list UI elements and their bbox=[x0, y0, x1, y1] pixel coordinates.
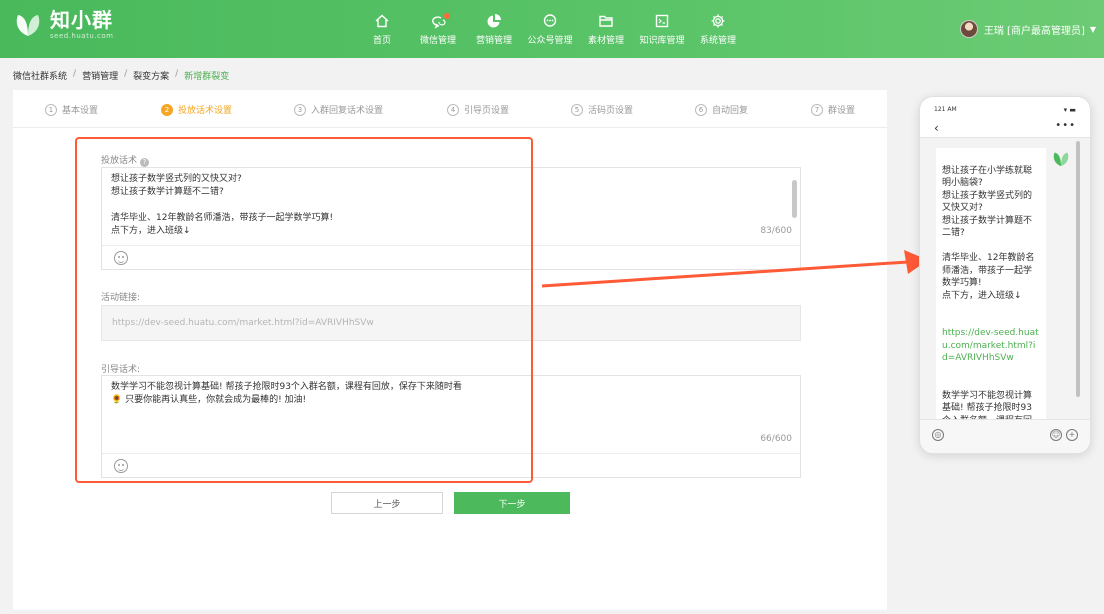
chevron-down-icon: ▼ bbox=[1089, 24, 1096, 34]
avatar bbox=[959, 20, 978, 38]
step-number: 1 bbox=[45, 103, 57, 116]
script-label: 投放话术? bbox=[101, 153, 150, 167]
step-basic[interactable]: 1 基本设置 bbox=[45, 103, 98, 116]
back-icon[interactable]: ‹ bbox=[934, 121, 939, 135]
guide-textarea[interactable]: 数学学习不能忽视计算基础! 帮孩子抢限时93个入群名额，课程有回放，保存下来随时… bbox=[101, 375, 801, 478]
annotation-arrow-icon bbox=[541, 250, 928, 288]
activity-link-input[interactable]: https://dev-seed.huatu.com/market.html?i… bbox=[101, 305, 801, 341]
voice-icon[interactable]: ◎ bbox=[932, 429, 944, 441]
signal-battery-icon: ▾ ▬ bbox=[1063, 106, 1076, 114]
nav-system[interactable]: 系统管理 bbox=[690, 0, 746, 58]
step-group-settings[interactable]: 7 群设置 bbox=[811, 103, 855, 116]
step-auto-reply[interactable]: 6 自动回复 bbox=[695, 103, 748, 116]
step-number: 6 bbox=[695, 103, 707, 116]
breadcrumb-item[interactable]: 微信社群系统 bbox=[13, 69, 67, 82]
phone-time: 121 AM bbox=[934, 106, 957, 113]
message-text: 想让孩子在小学练就聪明小脑袋? 想让孩子数学竖式列的又快又对? 想让孩子数学计算… bbox=[942, 165, 1035, 301]
breadcrumb-item[interactable]: 营销管理 bbox=[82, 69, 118, 82]
guide-text[interactable]: 数学学习不能忽视计算基础! 帮孩子抢限时93个入群名额，课程有回放，保存下来随时… bbox=[102, 376, 800, 412]
folder-icon bbox=[598, 13, 614, 29]
nav-label: 首页 bbox=[372, 35, 391, 46]
step-label: 基本设置 bbox=[62, 106, 99, 116]
step-number: 2 bbox=[161, 103, 173, 116]
app-domain: seed.huatu.com bbox=[50, 32, 114, 40]
nav-marketing[interactable]: 营销管理 bbox=[466, 0, 522, 58]
step-live-code[interactable]: 5 活码页设置 bbox=[571, 103, 633, 116]
sender-avatar-icon bbox=[1052, 150, 1070, 168]
emoji-icon[interactable]: ☺ bbox=[1050, 429, 1062, 441]
message-text: 数学学习不能忽视计算基础! 帮孩子抢限时93个入群名额，课程有回放，保存下来随时… bbox=[942, 390, 1033, 423]
breadcrumb-separator: / bbox=[124, 69, 128, 79]
script-text[interactable]: 想让孩子数学竖式列的又快又对? 想让孩子数学计算题不二错? 清华毕业、12年教龄… bbox=[102, 168, 800, 243]
chat-area: 想让孩子在小学练就聪明小脑袋? 想让孩子数学竖式列的又快又对? 想让孩子数学计算… bbox=[920, 137, 1090, 422]
nav-label: 知识库管理 bbox=[639, 35, 685, 46]
step-number: 7 bbox=[811, 103, 823, 116]
user-name: 王瑞 [商户最高管理员] bbox=[983, 25, 1085, 37]
chat-scrollbar[interactable] bbox=[1076, 141, 1080, 397]
breadcrumb-current: 新增群裂变 bbox=[184, 72, 230, 82]
step-bar: 1 基本设置 2 投放话术设置 3 入群回复话术设置 4 引导页设置 5 活码页… bbox=[13, 90, 887, 128]
nav-label: 微信管理 bbox=[419, 35, 456, 46]
chat-bubble-icon bbox=[542, 13, 558, 29]
step-delivery-script[interactable]: 2 投放话术设置 bbox=[161, 103, 232, 116]
emoji-icon[interactable] bbox=[114, 251, 128, 265]
step-label: 群设置 bbox=[828, 106, 856, 116]
message-link[interactable]: https://dev-seed.huatu.com/market.html?i… bbox=[942, 328, 1039, 363]
notification-dot bbox=[444, 13, 450, 19]
step-number: 5 bbox=[571, 103, 583, 116]
nav-label: 营销管理 bbox=[475, 35, 512, 46]
nav-home[interactable]: 首页 bbox=[354, 0, 410, 58]
main-nav: 首页 微信管理 营销管理 公众号管理 素材管理 知识库管理 系统管理 bbox=[354, 0, 746, 58]
step-guide-page[interactable]: 4 引导页设置 bbox=[447, 103, 509, 116]
breadcrumb-separator: / bbox=[175, 69, 179, 79]
breadcrumb-item[interactable]: 裂变方案 bbox=[133, 69, 169, 82]
user-menu[interactable]: 王瑞 [商户最高管理员] ▼ bbox=[959, 20, 1096, 38]
breadcrumb: 微信社群系统 / 营销管理 / 裂变方案 / 新增群裂变 bbox=[13, 69, 229, 82]
info-icon[interactable]: ? bbox=[140, 158, 150, 167]
step-label: 活码页设置 bbox=[588, 106, 634, 116]
textarea-scrollbar[interactable] bbox=[792, 180, 797, 218]
editor-toolbar bbox=[102, 453, 800, 477]
step-join-reply[interactable]: 3 入群回复话术设置 bbox=[294, 103, 383, 116]
step-label: 引导页设置 bbox=[464, 106, 510, 116]
nav-label: 公众号管理 bbox=[527, 35, 573, 46]
prev-step-button[interactable]: 上一步 bbox=[331, 492, 443, 514]
nav-label: 素材管理 bbox=[587, 35, 624, 46]
step-number: 4 bbox=[447, 103, 459, 116]
chat-input-bar: ◎ ☺ + bbox=[920, 419, 1090, 453]
emoji-icon[interactable] bbox=[114, 459, 128, 473]
pie-chart-icon bbox=[486, 13, 502, 29]
breadcrumb-separator: / bbox=[73, 69, 77, 79]
nav-knowledge[interactable]: 知识库管理 bbox=[634, 0, 690, 58]
next-step-button[interactable]: 下一步 bbox=[454, 492, 570, 514]
gear-icon bbox=[710, 13, 726, 29]
top-bar: 知小群 seed.huatu.com 首页 微信管理 营销管理 公众号管理 素材… bbox=[0, 0, 1104, 58]
step-label: 自动回复 bbox=[712, 106, 749, 116]
home-icon bbox=[374, 13, 390, 29]
leaf-logo-icon bbox=[14, 12, 42, 38]
guide-label: 引导话术: bbox=[101, 365, 141, 375]
main-card: 1 基本设置 2 投放话术设置 3 入群回复话术设置 4 引导页设置 5 活码页… bbox=[13, 90, 887, 610]
link-label: 活动链接: bbox=[101, 293, 141, 303]
nav-material[interactable]: 素材管理 bbox=[578, 0, 634, 58]
more-icon[interactable]: ••• bbox=[1055, 120, 1076, 131]
char-counter: 66/600 bbox=[760, 434, 792, 444]
step-label: 入群回复话术设置 bbox=[311, 106, 384, 116]
message-bubble: 想让孩子在小学练就聪明小脑袋? 想让孩子数学竖式列的又快又对? 想让孩子数学计算… bbox=[936, 148, 1046, 422]
knowledge-icon bbox=[654, 13, 670, 29]
step-label: 投放话术设置 bbox=[178, 106, 233, 116]
app-name: 知小群 bbox=[50, 8, 113, 32]
plus-icon[interactable]: + bbox=[1066, 429, 1078, 441]
nav-wechat[interactable]: 微信管理 bbox=[410, 0, 466, 58]
app-logo[interactable]: 知小群 seed.huatu.com bbox=[14, 10, 113, 40]
nav-label: 系统管理 bbox=[699, 35, 736, 46]
phone-preview: 121 AM ▾ ▬ ‹ ••• 想让孩子在小学练就聪明小脑袋? 想让孩子数学竖… bbox=[919, 96, 1091, 454]
char-counter: 83/600 bbox=[760, 226, 792, 236]
step-number: 3 bbox=[294, 103, 306, 116]
nav-official-account[interactable]: 公众号管理 bbox=[522, 0, 578, 58]
